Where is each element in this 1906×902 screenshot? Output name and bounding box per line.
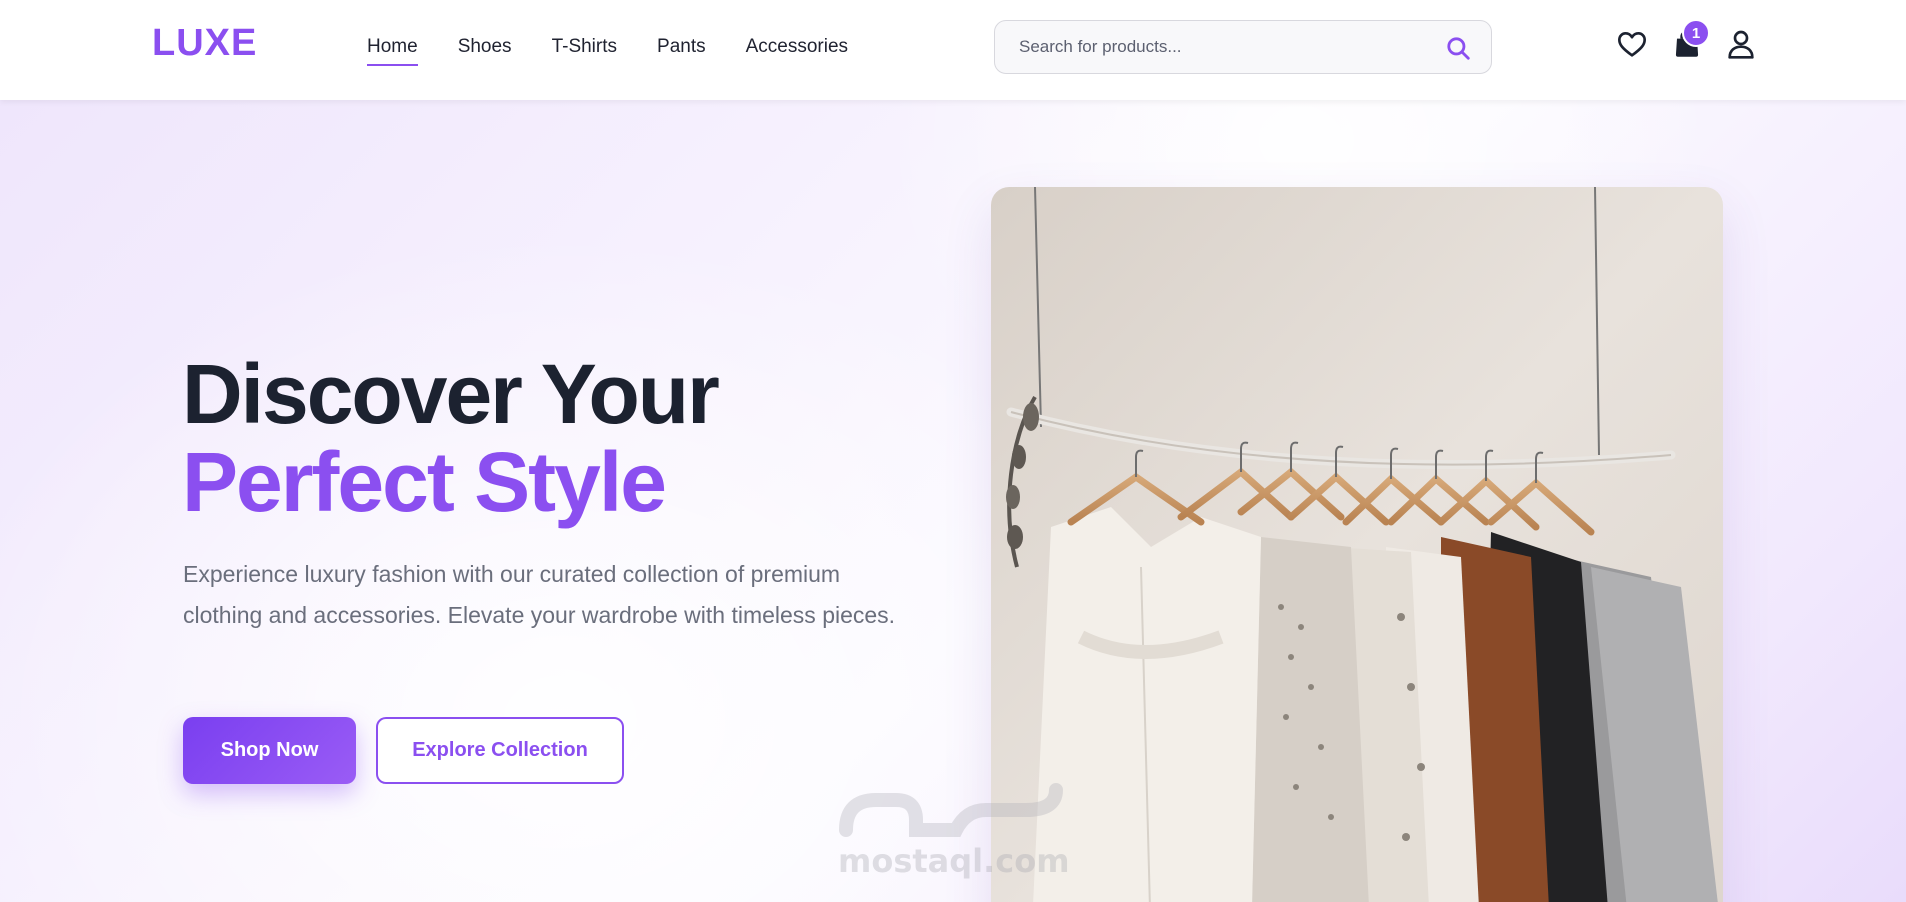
search-input[interactable] bbox=[1019, 35, 1429, 59]
nav-link-pants[interactable]: Pants bbox=[657, 36, 706, 64]
hero-title: Discover Your Perfect Style bbox=[182, 347, 720, 529]
navbar: LUXE Home Shoes T-Shirts Pants Accessori… bbox=[0, 0, 1906, 100]
main-nav: Home Shoes T-Shirts Pants Accessories bbox=[367, 36, 848, 66]
heart-icon[interactable] bbox=[1616, 27, 1648, 61]
hero-title-line1: Discover Your bbox=[182, 347, 720, 441]
nav-link-tshirts[interactable]: T-Shirts bbox=[552, 36, 617, 64]
search-icon[interactable] bbox=[1445, 35, 1471, 61]
cart-count-badge: 1 bbox=[1682, 19, 1710, 47]
clothing-rack-illustration bbox=[991, 187, 1723, 902]
hero-image bbox=[991, 187, 1723, 902]
user-icon[interactable] bbox=[1725, 27, 1757, 61]
logo[interactable]: LUXE bbox=[152, 22, 257, 65]
nav-link-shoes[interactable]: Shoes bbox=[458, 36, 512, 64]
shop-now-button[interactable]: Shop Now bbox=[183, 717, 356, 784]
nav-link-accessories[interactable]: Accessories bbox=[746, 36, 848, 64]
hero-description: Experience luxury fashion with our curat… bbox=[183, 561, 896, 628]
explore-collection-button[interactable]: Explore Collection bbox=[376, 717, 624, 784]
search-bar bbox=[994, 20, 1492, 74]
hero-title-line2: Perfect Style bbox=[182, 435, 667, 529]
nav-link-home[interactable]: Home bbox=[367, 36, 418, 66]
hero-section: Discover Your Perfect Style Experience l… bbox=[0, 100, 1906, 902]
